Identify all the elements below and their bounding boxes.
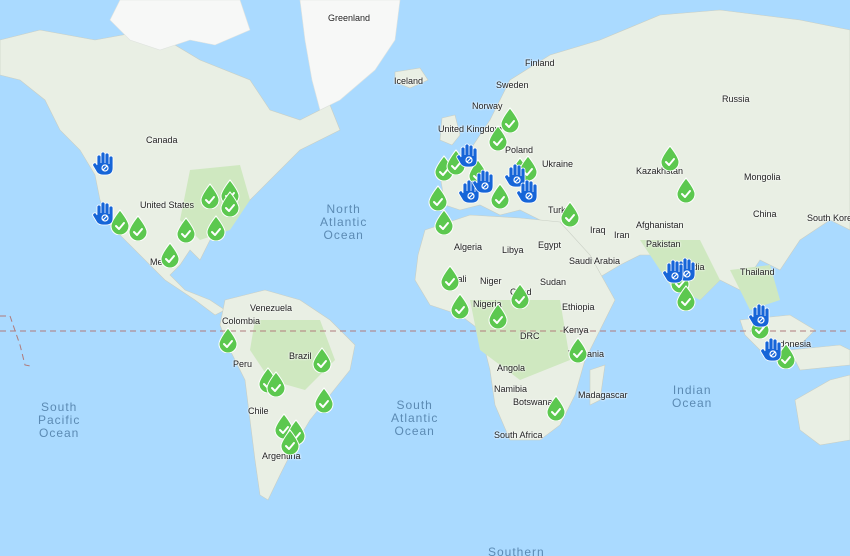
iceland-landmass	[394, 67, 429, 89]
ocean-label-line: Ocean	[323, 228, 364, 242]
ocean-label-southern: Southern	[488, 546, 545, 556]
madagascar-landmass	[589, 364, 606, 406]
ocean-label-line: Southern	[488, 545, 545, 556]
ocean-label-line: Ocean	[38, 426, 80, 440]
ocean-label-line: Ocean	[394, 424, 435, 438]
australia-landmass	[794, 374, 850, 446]
map-land-layer	[0, 0, 850, 501]
north-america-landmass	[0, 29, 341, 316]
ocean-label-south-atlantic: South Atlantic Ocean	[391, 399, 438, 438]
ocean-label-indian: Indian Ocean	[672, 384, 712, 410]
ocean-label-line: Ocean	[672, 396, 713, 410]
ocean-label-north-atlantic: North Atlantic Ocean	[320, 203, 367, 242]
date-line	[0, 315, 31, 367]
world-map[interactable]: Greenland Finland Sweden Norway Iceland Russi…	[0, 0, 850, 556]
ocean-label-south-pacific: South Pacific Ocean	[38, 401, 80, 440]
greenland-landmass	[299, 0, 401, 111]
uk-landmass	[439, 114, 461, 146]
